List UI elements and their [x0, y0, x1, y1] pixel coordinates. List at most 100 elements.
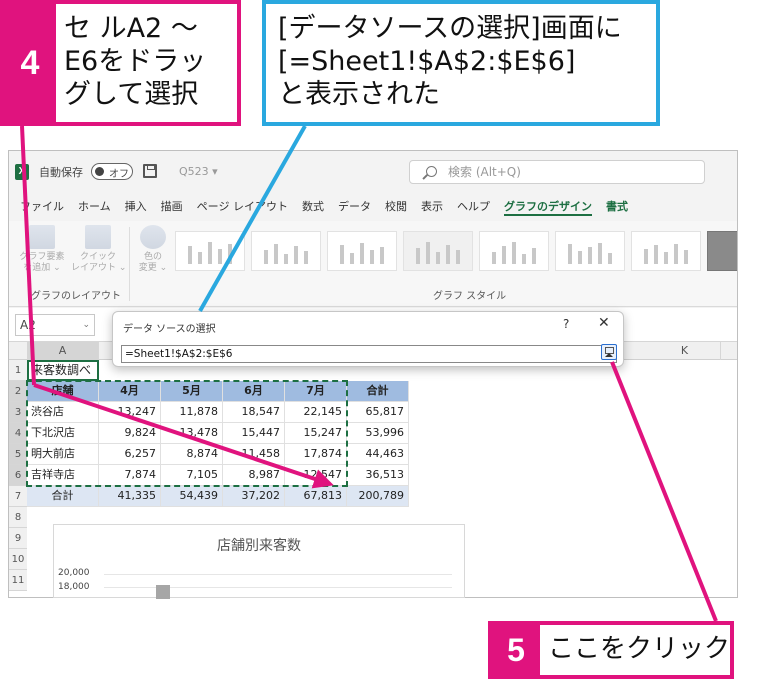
header-cell-total[interactable]: 合計	[347, 381, 409, 402]
menu-view[interactable]: 表示	[414, 193, 450, 221]
sheet-title-cell[interactable]: 来客数調べ	[27, 360, 99, 381]
row-header-9[interactable]: 9	[9, 528, 27, 549]
row-header-4[interactable]: 4	[9, 423, 27, 444]
data-cell[interactable]: 17,874	[285, 444, 347, 465]
name-box[interactable]: A2 ⌄	[15, 314, 95, 336]
data-cell[interactable]: 44,463	[347, 444, 409, 465]
total-cell[interactable]: 54,439	[161, 486, 223, 507]
data-cell[interactable]: 7,105	[161, 465, 223, 486]
search-input[interactable]: 検索 (Alt+Q)	[409, 160, 705, 184]
menu-file[interactable]: ファイル	[13, 193, 71, 221]
row-header-8[interactable]: 8	[9, 507, 27, 528]
menu-page-layout[interactable]: ページ レイアウト	[190, 193, 295, 221]
menu-help[interactable]: ヘルプ	[450, 193, 497, 221]
row-header-1[interactable]: 1	[9, 360, 27, 381]
chart-style-2[interactable]	[251, 231, 321, 271]
chart-bar[interactable]	[156, 585, 170, 599]
column-header-k[interactable]: K	[649, 342, 721, 360]
close-icon[interactable]: ✕	[598, 315, 610, 331]
excel-logo-icon: X	[15, 164, 29, 180]
callout-step5-text: ここをクリック	[547, 634, 730, 664]
total-cell[interactable]: 67,813	[285, 486, 347, 507]
data-cell[interactable]: 13,247	[99, 402, 161, 423]
search-icon	[426, 166, 437, 177]
store-name-cell[interactable]: 下北沢店	[27, 423, 99, 444]
menu-chart-design[interactable]: グラフのデザイン	[497, 193, 599, 221]
header-cell-jun[interactable]: 6月	[223, 381, 285, 402]
chart-element-icon	[29, 225, 55, 249]
row-header-11[interactable]: 11	[9, 570, 27, 591]
chart-gridline	[104, 574, 452, 575]
menu-review[interactable]: 校閲	[378, 193, 414, 221]
step-number-5: 5	[492, 625, 540, 675]
chart-style-7[interactable]	[631, 231, 701, 271]
header-cell-apr[interactable]: 4月	[99, 381, 161, 402]
data-cell[interactable]: 65,817	[347, 402, 409, 423]
data-cell[interactable]: 6,257	[99, 444, 161, 465]
row-header-2[interactable]: 2	[9, 381, 27, 402]
data-cell[interactable]: 36,513	[347, 465, 409, 486]
menu-data[interactable]: データ	[331, 193, 378, 221]
store-name-cell[interactable]: 吉祥寺店	[27, 465, 99, 486]
data-range-input[interactable]: =Sheet1!$A$2:$E$6	[121, 345, 617, 363]
collapse-dialog-icon[interactable]	[601, 344, 617, 360]
row-header-6[interactable]: 6	[9, 465, 27, 486]
chart-style-6[interactable]	[555, 231, 625, 271]
select-data-source-dialog: データ ソースの選択 ? ✕ =Sheet1!$A$2:$E$6	[112, 311, 624, 367]
help-icon[interactable]: ?	[563, 317, 569, 331]
menu-formulas[interactable]: 数式	[295, 193, 331, 221]
autosave-toggle[interactable]: オフ	[91, 163, 133, 180]
toggle-state: オフ	[109, 169, 129, 180]
quick-layout-label: クイック レイアウト ⌄	[71, 252, 127, 273]
menu-insert[interactable]: 挿入	[118, 193, 154, 221]
header-cell-jul[interactable]: 7月	[285, 381, 347, 402]
store-name-cell[interactable]: 明大前店	[27, 444, 99, 465]
ribbon-separator	[129, 227, 130, 301]
data-cell[interactable]: 15,447	[223, 423, 285, 444]
total-cell[interactable]: 37,202	[223, 486, 285, 507]
total-cell[interactable]: 41,335	[99, 486, 161, 507]
header-cell-may[interactable]: 5月	[161, 381, 223, 402]
store-name-cell[interactable]: 渋谷店	[27, 402, 99, 423]
chart-style-1[interactable]	[175, 231, 245, 271]
file-name[interactable]: Q523 ▾	[179, 165, 218, 178]
add-chart-element-button[interactable]: グラフ要素 を追加 ⌄	[17, 225, 67, 274]
data-cell[interactable]: 12,547	[285, 465, 347, 486]
name-box-value: A2	[20, 318, 36, 332]
row-header-5[interactable]: 5	[9, 444, 27, 465]
save-icon[interactable]	[143, 164, 157, 178]
quick-layout-button[interactable]: クイック レイアウト ⌄	[71, 225, 127, 274]
layout-group-label: グラフのレイアウト	[31, 291, 121, 302]
step-number-4: 4	[4, 4, 56, 122]
chart-area[interactable]: 店舗別来客数 20,000 18,000	[53, 524, 465, 599]
dialog-title: データ ソースの選択	[123, 324, 216, 335]
title-bar: X 自動保存 オフ Q523 ▾ 検索 (Alt+Q)	[9, 151, 737, 193]
data-cell[interactable]: 11,878	[161, 402, 223, 423]
data-cell[interactable]: 18,547	[223, 402, 285, 423]
data-cell[interactable]: 13,478	[161, 423, 223, 444]
data-cell[interactable]: 11,458	[223, 444, 285, 465]
row-header-10[interactable]: 10	[9, 549, 27, 570]
chart-style-4[interactable]	[403, 231, 473, 271]
data-cell[interactable]: 22,145	[285, 402, 347, 423]
total-cell[interactable]: 200,789	[347, 486, 409, 507]
header-cell-store[interactable]: 店舗	[27, 381, 99, 402]
chart-style-8[interactable]	[707, 231, 737, 271]
data-cell[interactable]: 15,247	[285, 423, 347, 444]
data-cell[interactable]: 8,874	[161, 444, 223, 465]
data-cell[interactable]: 9,824	[99, 423, 161, 444]
row-header-3[interactable]: 3	[9, 402, 27, 423]
menu-draw[interactable]: 描画	[154, 193, 190, 221]
data-cell[interactable]: 7,874	[99, 465, 161, 486]
column-header-a[interactable]: A	[27, 342, 99, 360]
chart-style-5[interactable]	[479, 231, 549, 271]
total-label-cell[interactable]: 合計	[27, 486, 99, 507]
data-cell[interactable]: 53,996	[347, 423, 409, 444]
change-colors-button[interactable]: 色の 変更 ⌄	[133, 225, 173, 274]
chart-title[interactable]: 店舗別来客数	[54, 535, 464, 555]
row-header-7[interactable]: 7	[9, 486, 27, 507]
chart-style-3[interactable]	[327, 231, 397, 271]
menu-home[interactable]: ホーム	[71, 193, 118, 221]
data-cell[interactable]: 8,987	[223, 465, 285, 486]
menu-format[interactable]: 書式	[599, 193, 635, 221]
